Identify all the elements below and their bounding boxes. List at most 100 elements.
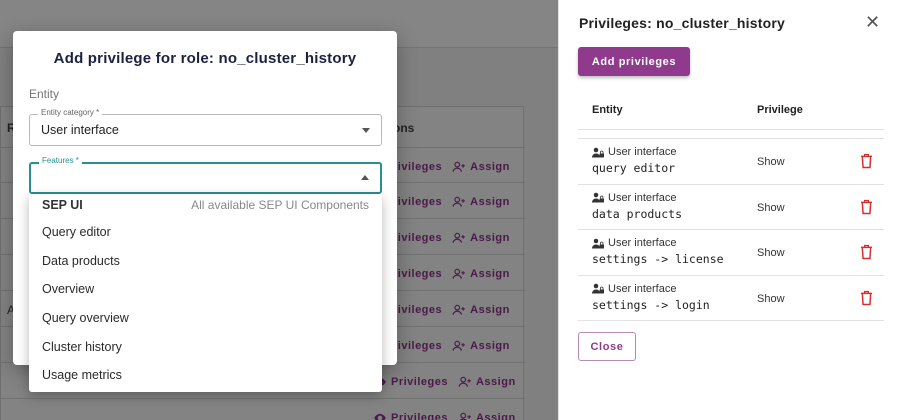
entity-category-value: User interface [41,123,119,137]
entity-type: User interface [592,146,676,158]
assign-link[interactable]: Assign [452,303,510,317]
assign-link-label: Assign [470,161,510,173]
assign-link[interactable]: Assign [452,195,510,209]
user-lock-icon [592,192,604,203]
user-lock-icon [592,283,604,294]
privileges-link[interactable]: rivileges [393,161,442,173]
entity-type-label: User interface [608,191,677,204]
assign-link-label: Assign [470,196,510,208]
entity-type-label: User interface [608,282,677,295]
assign-link[interactable]: Assign [452,160,510,174]
entity-type: User interface [592,283,676,295]
dropdown-option[interactable]: Usage metrics [29,361,382,390]
assign-link-label: Assign [470,304,510,316]
chevron-up-icon [361,175,369,180]
privileges-link-label: rivileges [393,161,443,173]
user-lock-icon [592,238,604,248]
assign-link[interactable]: Assign [452,231,510,245]
privileges-link[interactable]: rivileges [393,340,442,352]
assign-link[interactable]: Assign [458,375,516,389]
entity-name: settings -> login [592,297,710,312]
assign-link[interactable]: Assign [452,339,510,353]
privileges-link[interactable]: rivileges [393,268,442,280]
privilege-value: Show [757,247,785,259]
privileges-link[interactable]: Privileges [373,375,448,389]
background-row-actions: rivileges Assign [393,195,510,209]
privileges-link-label: rivileges [393,340,443,352]
privileges-table: Entity Privilege User interface query edi… [578,92,884,321]
entity-category-select[interactable]: Entity category * User interface [29,108,382,146]
privilege-value: Show [757,201,785,214]
entity-section-label: Entity [29,87,60,101]
privileges-table-header: Entity Privilege [578,92,884,130]
add-privileges-button[interactable]: Add privileges [578,47,690,76]
assign-link[interactable]: Assign [458,411,516,420]
privileges-link[interactable]: rivileges [393,304,442,316]
privilege-value: Show [757,156,785,168]
background-row-actions: Privileges Assign [373,411,516,420]
background-row-actions: rivileges Assign [393,303,510,317]
entity-type: User interface [592,192,676,204]
privileges-link[interactable]: rivileges [393,196,442,208]
column-header-privilege: Privilege [757,104,803,116]
person-add-icon [452,232,465,243]
dropdown-option[interactable]: Cluster history [29,333,382,362]
background-row-actions: Privileges Assign [373,375,516,389]
person-add-icon [452,268,465,279]
dropdown-group-header[interactable]: SEP UI All available SEP UI Components [29,194,382,218]
drawer-title: Privileges: no_cluster_history [579,15,785,31]
privileges-link[interactable]: rivileges [393,232,442,244]
assign-link-label: Assign [475,376,516,388]
person-add-icon [452,304,465,315]
privileges-link-label: rivileges [393,268,443,280]
features-dropdown: SEP UI All available SEP UI Components Q… [29,194,382,392]
background-row-actions: rivileges Assign [393,160,510,174]
privileges-link-label: rivileges [393,232,443,244]
dropdown-option[interactable]: Data products [29,247,382,276]
person-add-icon [459,412,471,420]
entity-type-label: User interface [608,146,677,158]
dropdown-option[interactable]: Query editor [29,218,382,247]
background-row-actions: rivileges Assign [393,231,510,245]
entity-name: query editor [592,161,676,175]
person-add-icon [452,196,465,207]
assign-link-label: Assign [470,340,510,352]
group-description: All available SEP UI Components [191,198,369,212]
user-lock-icon [592,147,604,157]
person-add-icon [458,376,471,387]
entity-type: User interface [592,237,676,249]
delete-icon[interactable] [860,244,873,260]
close-icon[interactable]: ✕ [865,13,880,31]
privilege-value: Show [757,292,785,305]
dropdown-option[interactable]: Overview [29,275,382,304]
entity-type-label: User interface [608,237,677,249]
close-button[interactable]: Close [578,332,636,361]
privilege-row: User interface query editor Show [578,139,884,185]
person-add-icon [452,161,465,172]
privileges-link-label: rivileges [393,304,443,316]
dropdown-option[interactable]: Query overview [29,304,382,333]
assign-link-label: Assign [470,232,510,244]
features-label: Features * [39,156,82,165]
privilege-row: User interface settings -> login Show [578,276,884,321]
privilege-row: User interface settings -> license Show [578,230,884,276]
eye-icon [374,413,386,420]
background-row-actions: rivileges Assign [393,267,510,281]
assign-link-label: Assign [470,268,510,280]
group-name: SEP UI [42,198,83,212]
features-select[interactable]: Features * [29,156,382,194]
entity-name: settings -> license [592,252,724,266]
delete-icon[interactable] [860,199,873,215]
person-add-icon [452,340,465,351]
privilege-row: User interface data products Show [578,185,884,230]
privileges-link-label: Privileges [391,412,448,420]
privileges-link-label: rivileges [393,196,443,208]
chevron-down-icon [362,128,370,133]
delete-icon[interactable] [860,290,873,306]
assign-link[interactable]: Assign [452,267,510,281]
privileges-drawer: Privileges: no_cluster_history ✕ Add pri… [558,0,900,420]
privileges-link[interactable]: Privileges [373,411,448,420]
privileges-link-label: Privileges [391,376,448,388]
delete-icon[interactable] [860,153,873,169]
entity-name: data products [592,206,683,221]
